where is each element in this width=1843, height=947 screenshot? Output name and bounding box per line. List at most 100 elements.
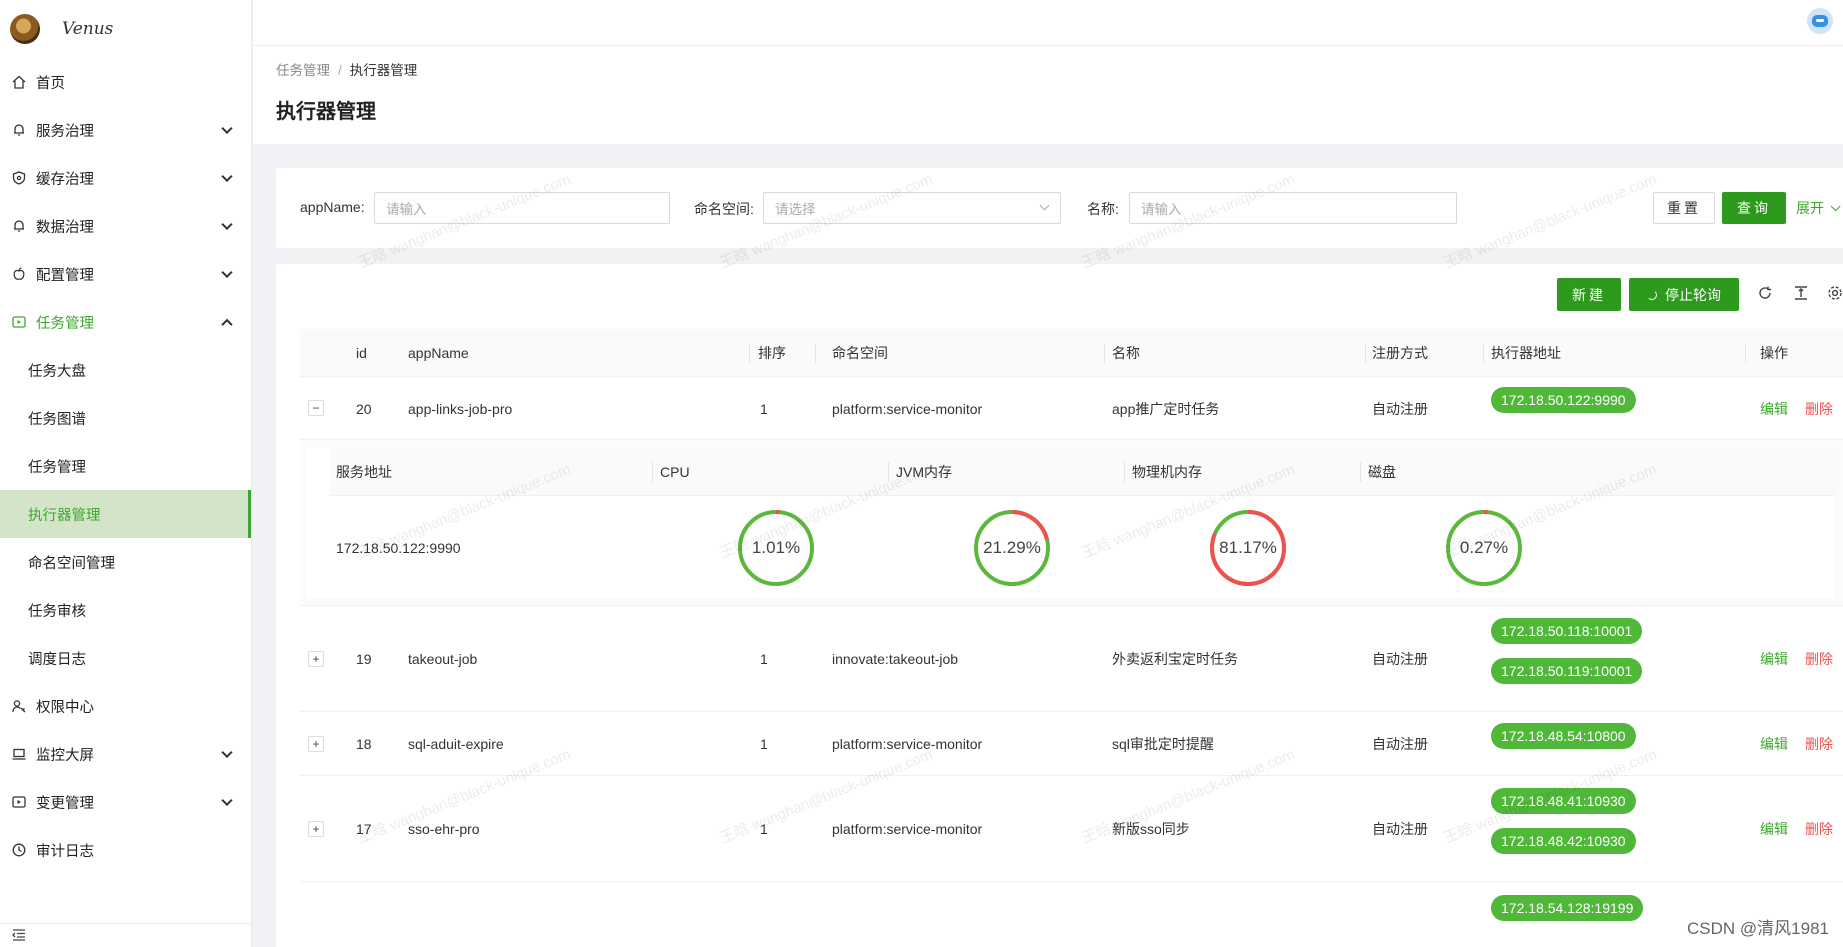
metrics-column-disk: 磁盘	[1368, 464, 1396, 480]
sidebar-subitem-schedule-log[interactable]: 调度日志	[0, 634, 251, 682]
namespace-select[interactable]: 请选择	[763, 192, 1061, 224]
sidebar-item-audit[interactable]: 审计日志	[0, 826, 251, 874]
gauge-value: 0.27%	[1459, 538, 1509, 557]
column-header-register-type[interactable]: 注册方式	[1372, 329, 1428, 377]
sidebar-item-task[interactable]: 任务管理	[0, 298, 251, 346]
chevron-down-icon	[221, 122, 233, 135]
play-square-icon	[12, 315, 26, 329]
reset-button[interactable]: 重置	[1653, 192, 1715, 224]
sidebar-item-label: 权限中心	[36, 699, 94, 716]
appname-label: appName:	[300, 199, 365, 215]
name-input[interactable]: 请输入	[1129, 192, 1457, 224]
sidebar-item-permission[interactable]: 权限中心	[0, 682, 251, 730]
namespace-placeholder: 请选择	[775, 202, 816, 217]
column-divider	[1365, 343, 1366, 363]
row-namespace: innovate:takeout-job	[832, 651, 959, 667]
row-appname: takeout-job	[408, 651, 478, 667]
delete-link[interactable]: 删除	[1805, 776, 1833, 882]
column-header-sort[interactable]: 排序	[758, 329, 786, 377]
expand-filter-button[interactable]: 展开	[1796, 192, 1843, 224]
sidebar-item-change[interactable]: 变更管理	[0, 778, 251, 826]
column-header-id[interactable]: id	[356, 329, 367, 377]
sidebar-subitem-executor-manage[interactable]: 执行器管理	[0, 490, 251, 538]
sidebar-item-monitor[interactable]: 监控大屏	[0, 730, 251, 778]
row-name: sql审批定时提醒	[1112, 736, 1214, 752]
edit-link[interactable]: 编辑	[1760, 776, 1788, 882]
breadcrumb-separator: /	[338, 63, 342, 78]
sidebar-item-cache[interactable]: 缓存治理	[0, 154, 251, 202]
column-divider	[1483, 343, 1484, 363]
collapse-row-button[interactable]: −	[308, 400, 324, 416]
robot-assistant-icon[interactable]	[1807, 8, 1833, 34]
query-button[interactable]: 查询	[1722, 192, 1786, 224]
executor-address-tag: 172.18.48.54:10800	[1491, 723, 1636, 749]
edit-link[interactable]: 编辑	[1760, 377, 1788, 440]
row-namespace: platform:service-monitor	[832, 736, 983, 752]
edit-link[interactable]: 编辑	[1760, 606, 1788, 712]
menu-fold-icon	[12, 928, 26, 944]
metrics-column-jvm: JVM内存	[896, 464, 952, 480]
chevron-down-icon	[221, 794, 233, 807]
chevron-down-icon	[221, 746, 233, 759]
chevron-up-icon	[221, 318, 233, 331]
sidebar-item-label: 首页	[36, 75, 65, 92]
column-header-appname[interactable]: appName	[408, 329, 469, 377]
row-register-type: 自动注册	[1372, 736, 1428, 752]
sidebar-item-label: 任务管理	[36, 315, 94, 332]
row-appname: sso-ehr-pro	[408, 821, 480, 837]
new-button[interactable]: 新建	[1557, 278, 1621, 311]
settings-icon[interactable]	[1826, 284, 1843, 302]
sidebar-item-home[interactable]: 首页	[0, 58, 251, 106]
edit-link[interactable]: 编辑	[1760, 712, 1788, 776]
row-sort: 1	[760, 400, 768, 417]
sidebar-item-service[interactable]: 服务治理	[0, 106, 251, 154]
column-header-actions[interactable]: 操作	[1760, 329, 1788, 377]
logo[interactable]: Venus	[0, 0, 251, 58]
sidebar-subitem-task-manage[interactable]: 任务管理	[0, 442, 251, 490]
sidebar-item-label: 变更管理	[36, 795, 94, 812]
breadcrumb-parent[interactable]: 任务管理	[276, 63, 330, 78]
home-icon	[12, 75, 26, 89]
expand-row-button[interactable]: +	[308, 651, 324, 667]
delete-link[interactable]: 删除	[1805, 377, 1833, 440]
column-height-icon[interactable]	[1792, 284, 1810, 302]
expand-row-button[interactable]: +	[308, 821, 324, 837]
column-header-name[interactable]: 名称	[1112, 329, 1140, 377]
collapse-sidebar-button[interactable]	[0, 923, 252, 947]
delete-link[interactable]: 删除	[1805, 606, 1833, 712]
sidebar-item-label: 缓存治理	[36, 171, 94, 188]
sidebar-subitem-task-review[interactable]: 任务审核	[0, 586, 251, 634]
column-header-namespace[interactable]: 命名空间	[832, 329, 888, 377]
reload-icon[interactable]	[1756, 284, 1774, 302]
executor-address-tag: 172.18.48.41:10930	[1491, 788, 1636, 814]
stop-polling-button[interactable]: 停止轮询	[1629, 278, 1739, 311]
metrics-header: 服务地址 CPU JVM内存 物理机内存 磁盘	[330, 448, 1834, 496]
sidebar-subitem-task-graph[interactable]: 任务图谱	[0, 394, 251, 442]
bell-icon	[12, 123, 26, 137]
table-header: id appName 排序 命名空间 名称 注册方式 执行器地址 操作	[300, 329, 1843, 377]
sidebar-item-data[interactable]: 数据治理	[0, 202, 251, 250]
row-sort: 1	[760, 821, 768, 837]
expand-row-button[interactable]: +	[308, 736, 324, 752]
metrics-column-cpu: CPU	[660, 464, 690, 480]
row-register-type: 自动注册	[1372, 651, 1428, 667]
sidebar-item-config[interactable]: 配置管理	[0, 250, 251, 298]
disk-gauge: 0.27%	[1444, 508, 1524, 588]
appname-placeholder: 请输入	[386, 202, 427, 217]
column-divider	[1360, 462, 1361, 482]
sidebar-subitem-task-dashboard[interactable]: 任务大盘	[0, 346, 251, 394]
appname-input[interactable]: 请输入	[374, 192, 670, 224]
expand-label: 展开	[1796, 200, 1824, 216]
executor-address-tag: 172.18.48.42:10930	[1491, 828, 1636, 854]
sidebar-subitem-namespace-manage[interactable]: 命名空间管理	[0, 538, 251, 586]
table-row: − 20 app-links-job-pro 1 platform:servic…	[300, 377, 1843, 440]
stop-polling-label: 停止轮询	[1665, 286, 1721, 303]
laptop-icon	[12, 747, 26, 761]
column-header-executor-address[interactable]: 执行器地址	[1491, 329, 1561, 377]
apple-icon	[12, 267, 26, 281]
physical-memory-gauge: 81.17%	[1208, 508, 1288, 588]
executor-address-tag: 172.18.54.128:19199	[1491, 895, 1644, 921]
delete-link[interactable]: 删除	[1805, 712, 1833, 776]
name-placeholder: 请输入	[1141, 202, 1182, 217]
chevron-down-icon	[221, 218, 233, 231]
